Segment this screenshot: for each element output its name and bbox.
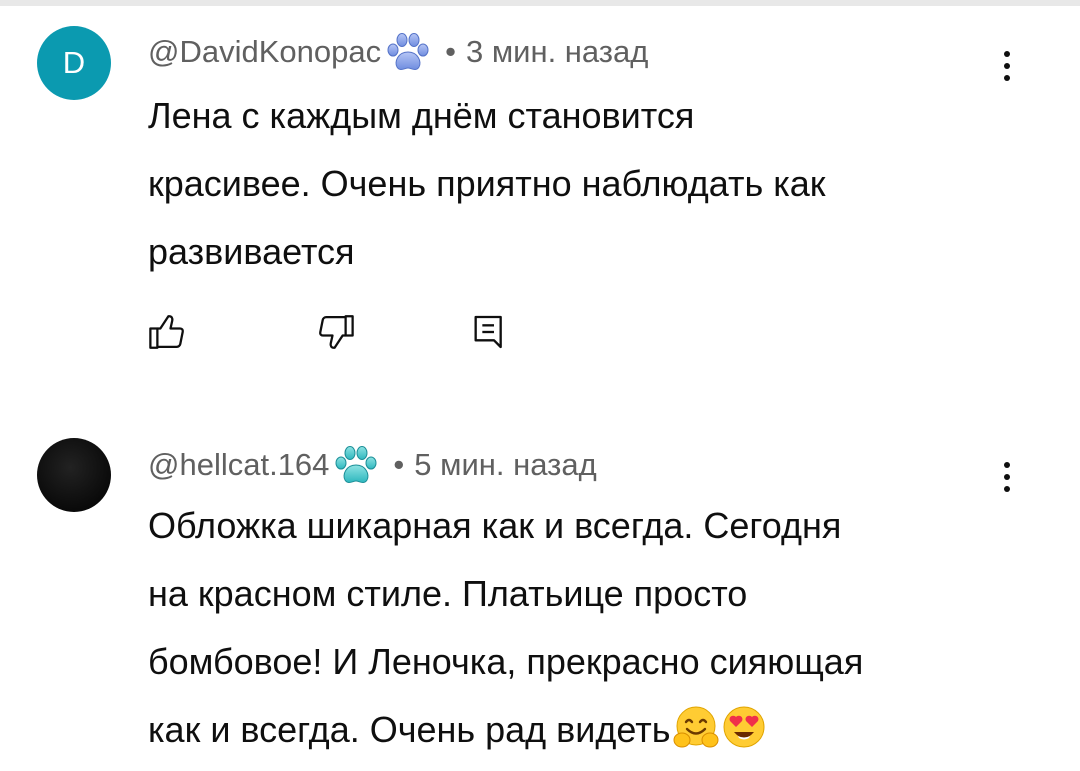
heart-eyes-emoji (723, 706, 764, 748)
meta-separator: • (393, 447, 405, 482)
comment-2: @hellcat.164 • 5 мин. назад Обложка шика… (0, 0, 1080, 771)
comment-meta: @hellcat.164 • 5 мин. назад (148, 442, 597, 488)
hugging-face-emoji (673, 706, 718, 748)
avatar[interactable] (37, 438, 111, 512)
comment-text: Обложка шикарная как и всегда. Сегодня н… (148, 492, 1028, 764)
comment-line: бомбовое! И Леночка, прекрасно сияющая (148, 641, 864, 682)
author-name[interactable]: @hellcat.164 (148, 447, 329, 483)
paw-print-icon (335, 446, 377, 484)
comment-time: 5 мин. назад (414, 447, 597, 482)
comment-line: Обложка шикарная как и всегда. Сегодня (148, 505, 842, 546)
comment-line: как и всегда. Очень рад видеть (148, 709, 671, 750)
comment-line-with-emoji: как и всегда. Очень рад видеть (148, 696, 1028, 764)
comment-line: на красном стиле. Платьице просто (148, 573, 748, 614)
